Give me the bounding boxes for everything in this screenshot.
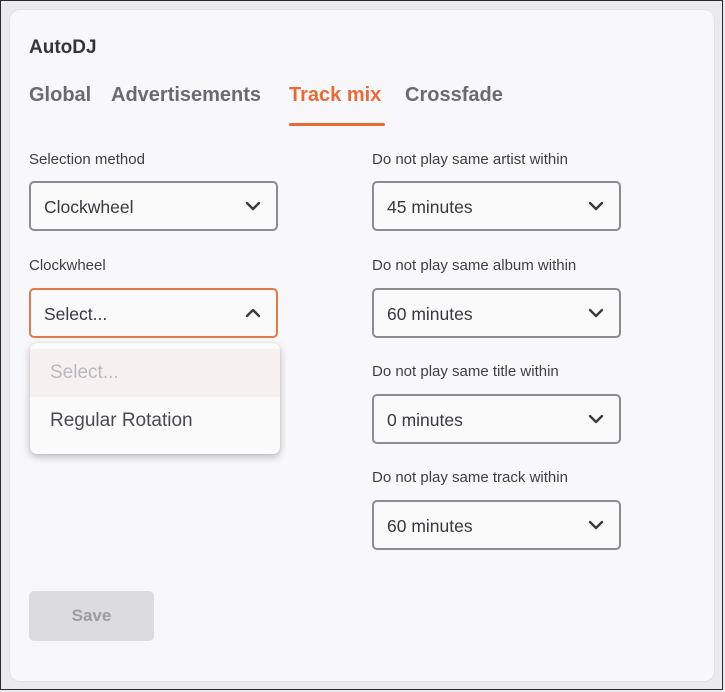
save-button[interactable]: Save <box>29 591 154 641</box>
chevron-up-icon <box>245 308 261 318</box>
clockwheel-label: Clockwheel <box>29 257 106 274</box>
artist-interval-label: Do not play same artist within <box>372 151 568 168</box>
album-interval-select[interactable]: 60 minutes <box>372 288 621 338</box>
tab-crossfade[interactable]: Crossfade <box>405 84 503 107</box>
track-interval-value: 60 minutes <box>387 516 473 536</box>
clockwheel-value: Select... <box>44 304 108 324</box>
title-interval-select[interactable]: 0 minutes <box>372 394 621 444</box>
tab-advertisements[interactable]: Advertisements <box>111 84 261 107</box>
artist-interval-select[interactable]: 45 minutes <box>372 181 621 231</box>
tab-track-mix[interactable]: Track mix <box>289 84 381 107</box>
chevron-down-icon <box>588 201 604 211</box>
clockwheel-dropdown-menu: Select... Regular Rotation <box>30 343 280 454</box>
album-interval-value: 60 minutes <box>387 304 473 324</box>
artist-interval-value: 45 minutes <box>387 197 473 217</box>
active-tab-indicator <box>289 123 385 126</box>
dropdown-option-regular-rotation[interactable]: Regular Rotation <box>30 397 280 445</box>
chevron-down-icon <box>245 201 261 211</box>
clockwheel-select[interactable]: Select... <box>29 288 278 338</box>
chevron-down-icon <box>588 520 604 530</box>
album-interval-label: Do not play same album within <box>372 257 577 274</box>
selection-method-select[interactable]: Clockwheel <box>29 181 278 231</box>
panel-title: AutoDJ <box>29 37 97 58</box>
title-interval-value: 0 minutes <box>387 410 463 430</box>
track-interval-select[interactable]: 60 minutes <box>372 500 621 550</box>
title-interval-label: Do not play same title within <box>372 363 559 380</box>
track-interval-label: Do not play same track within <box>372 469 568 486</box>
chevron-down-icon <box>588 308 604 318</box>
chevron-down-icon <box>588 414 604 424</box>
selection-method-label: Selection method <box>29 151 145 168</box>
dropdown-option-placeholder[interactable]: Select... <box>30 349 280 397</box>
selection-method-value: Clockwheel <box>44 197 134 217</box>
tab-global[interactable]: Global <box>29 84 91 107</box>
